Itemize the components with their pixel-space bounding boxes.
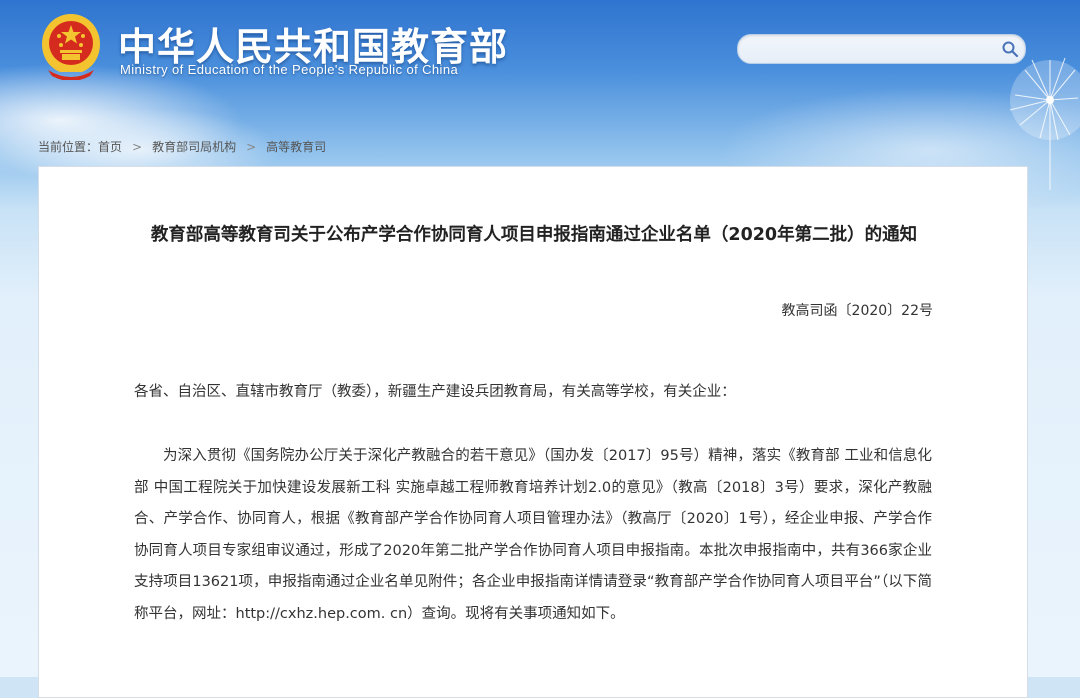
document-number: 教高司函〔2020〕22号 xyxy=(781,303,933,319)
chevron-right-icon: > xyxy=(246,140,257,154)
chevron-right-icon: > xyxy=(132,140,143,154)
search-icon[interactable] xyxy=(1001,40,1019,58)
breadcrumb-home-link[interactable]: 首页 xyxy=(98,140,122,154)
breadcrumb-higher-education-link[interactable]: 高等教育司 xyxy=(266,140,326,154)
national-emblem-icon[interactable] xyxy=(40,12,102,80)
article-panel: 教育部高等教育司关于公布产学合作协同育人项目申报指南通过企业名单（2020年第二… xyxy=(38,166,1028,698)
site-subtitle: Ministry of Education of the People's Re… xyxy=(120,62,459,77)
article-paragraph: 为深入贯彻《国务院办公厅关于深化产教融合的若干意见》（国办发〔2017〕95号）… xyxy=(134,448,932,622)
article-title: 教育部高等教育司关于公布产学合作协同育人项目申报指南通过企业名单（2020年第二… xyxy=(150,225,918,245)
article-salutation: 各省、自治区、直辖市教育厅（教委），新疆生产建设兵团教育局，有关高等学校，有关企… xyxy=(134,384,736,400)
breadcrumb: 当前位置：首页 > 教育部司局机构 > 高等教育司 xyxy=(38,138,326,155)
breadcrumb-departments-link[interactable]: 教育部司局机构 xyxy=(152,140,236,154)
search-box xyxy=(737,34,1026,64)
breadcrumb-prefix: 当前位置： xyxy=(38,140,99,154)
search-input[interactable] xyxy=(750,39,994,61)
